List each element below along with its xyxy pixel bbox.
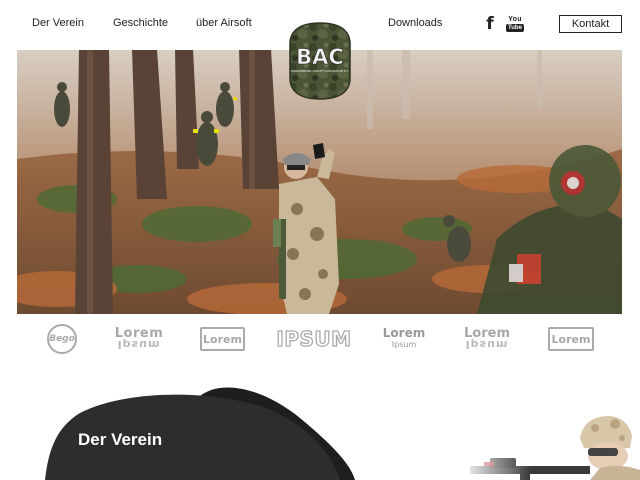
youtube-icon-you: You (508, 16, 522, 23)
nav-link-der-verein[interactable]: Der Verein (32, 17, 84, 29)
nav-link-downloads[interactable]: Downloads (388, 17, 442, 29)
partner-logo-subtext: Ipsum (117, 338, 161, 351)
logo-letters: BAC (296, 45, 344, 69)
partner-logo-text: IPSUM (276, 326, 352, 351)
partner-logo[interactable]: Lorem Ipsum (115, 324, 163, 354)
partner-logo-text: Lorem (382, 326, 426, 340)
partner-logo-text: Lorem (551, 332, 591, 346)
logo-tagline: BRANDENBURG AIRSOFT CORPORATION E.V. (291, 69, 349, 73)
facebook-icon[interactable]: f (480, 14, 500, 34)
nav-link-geschichte[interactable]: Geschichte (113, 17, 168, 29)
youtube-icon-tube: Tube (506, 24, 524, 32)
partner-logo[interactable]: Lorem (548, 327, 594, 351)
contact-button[interactable]: Kontakt (559, 15, 622, 33)
partner-logo[interactable]: Lorem Ipsum (463, 324, 511, 354)
partner-logo-text: Lorem (203, 332, 242, 346)
bac-logo[interactable]: BAC BRANDENBURG AIRSOFT CORPORATION E.V. (289, 22, 351, 100)
nav-link-ueber-airsoft[interactable]: über Airsoft (196, 17, 252, 29)
partner-logo-text: Bego (49, 334, 75, 344)
section-title: Der Verein (78, 430, 163, 449)
partner-logo[interactable]: Lorem Ipsum (380, 324, 428, 354)
partner-logo-strip: Bego Lorem Ipsum Lorem IPSUM Lorem Ipsum… (0, 320, 640, 358)
partner-logo-subtext: Ipsum (465, 338, 509, 351)
youtube-icon[interactable]: You Tube (505, 14, 525, 34)
partner-logo-subtext: Ipsum (391, 340, 417, 349)
partner-logo[interactable]: Lorem (200, 327, 245, 351)
partner-logo[interactable]: IPSUM (276, 324, 352, 354)
soldier-with-rifle-image (460, 408, 640, 480)
verein-section: Der Verein (0, 358, 640, 480)
partner-logo[interactable]: Bego (47, 324, 77, 354)
